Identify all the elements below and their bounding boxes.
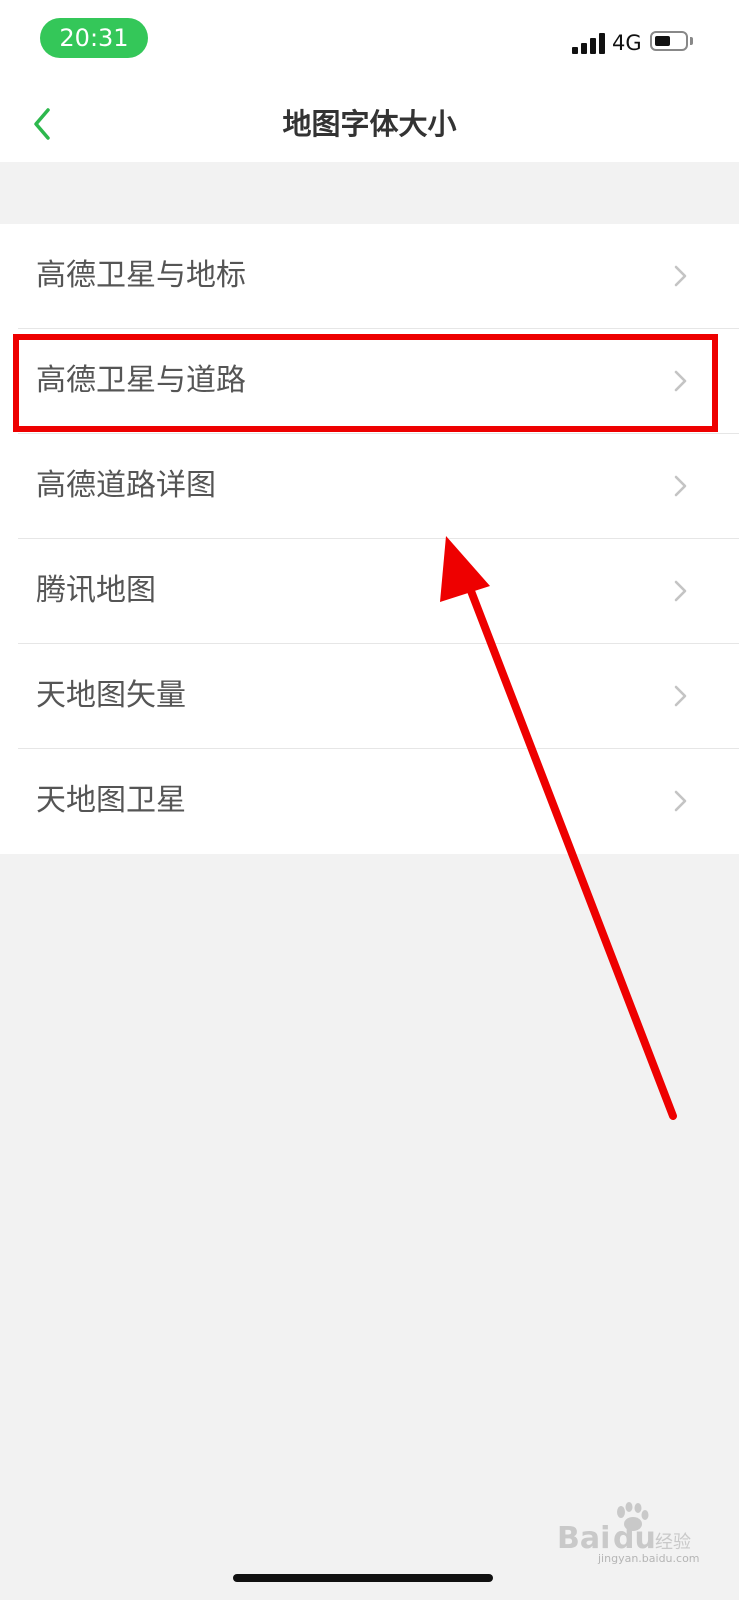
- page-title: 地图字体大小: [282, 107, 457, 141]
- home-indicator: [233, 1574, 493, 1582]
- svg-text:Bai: Bai: [557, 1521, 610, 1556]
- list-item-gaode-road-detail[interactable]: 高德道路详图: [0, 434, 739, 539]
- list-item-label: 天地图矢量: [36, 678, 186, 713]
- svg-text:经验: 经验: [655, 1532, 691, 1553]
- svg-text:du: du: [613, 1521, 656, 1556]
- list-item-label: 高德卫星与地标: [36, 258, 246, 293]
- status-time: 20:31: [40, 18, 148, 58]
- chevron-right-icon: [674, 265, 687, 287]
- signal-strength-icon: [572, 32, 608, 54]
- watermark-url: jingyan.baidu.com: [598, 1552, 700, 1565]
- battery-level: [655, 36, 670, 46]
- list-item-label: 腾讯地图: [36, 573, 156, 608]
- list-item-gaode-satellite-landmark[interactable]: 高德卫星与地标: [0, 224, 739, 329]
- chevron-right-icon: [674, 790, 687, 812]
- list-item-tianditu-satellite[interactable]: 天地图卫星: [0, 749, 739, 854]
- battery-cap: [690, 37, 693, 45]
- chevron-right-icon: [674, 475, 687, 497]
- navigation-bar: 地图字体大小: [0, 86, 739, 162]
- chevron-right-icon: [674, 580, 687, 602]
- chevron-right-icon: [674, 685, 687, 707]
- list-item-tianditu-vector[interactable]: 天地图矢量: [0, 644, 739, 749]
- list-item-tencent-map[interactable]: 腾讯地图: [0, 539, 739, 644]
- list-item-gaode-satellite-road[interactable]: 高德卫星与道路: [0, 329, 739, 434]
- list-item-label: 天地图卫星: [36, 783, 186, 818]
- baidu-jingyan-watermark: Bai du 经验: [557, 1502, 691, 1556]
- chevron-right-icon: [674, 370, 687, 392]
- list-item-label: 高德卫星与道路: [36, 363, 246, 398]
- network-type: 4G: [612, 31, 642, 55]
- chevron-left-icon: [34, 108, 50, 140]
- battery-icon: [650, 31, 688, 51]
- status-bar: 20:31 4G: [0, 0, 739, 86]
- map-font-list: 高德卫星与地标 高德卫星与道路 高德道路详图 腾讯地图 天地图矢量 天地图卫星: [0, 224, 739, 854]
- back-button[interactable]: [22, 102, 66, 146]
- list-item-label: 高德道路详图: [36, 468, 216, 503]
